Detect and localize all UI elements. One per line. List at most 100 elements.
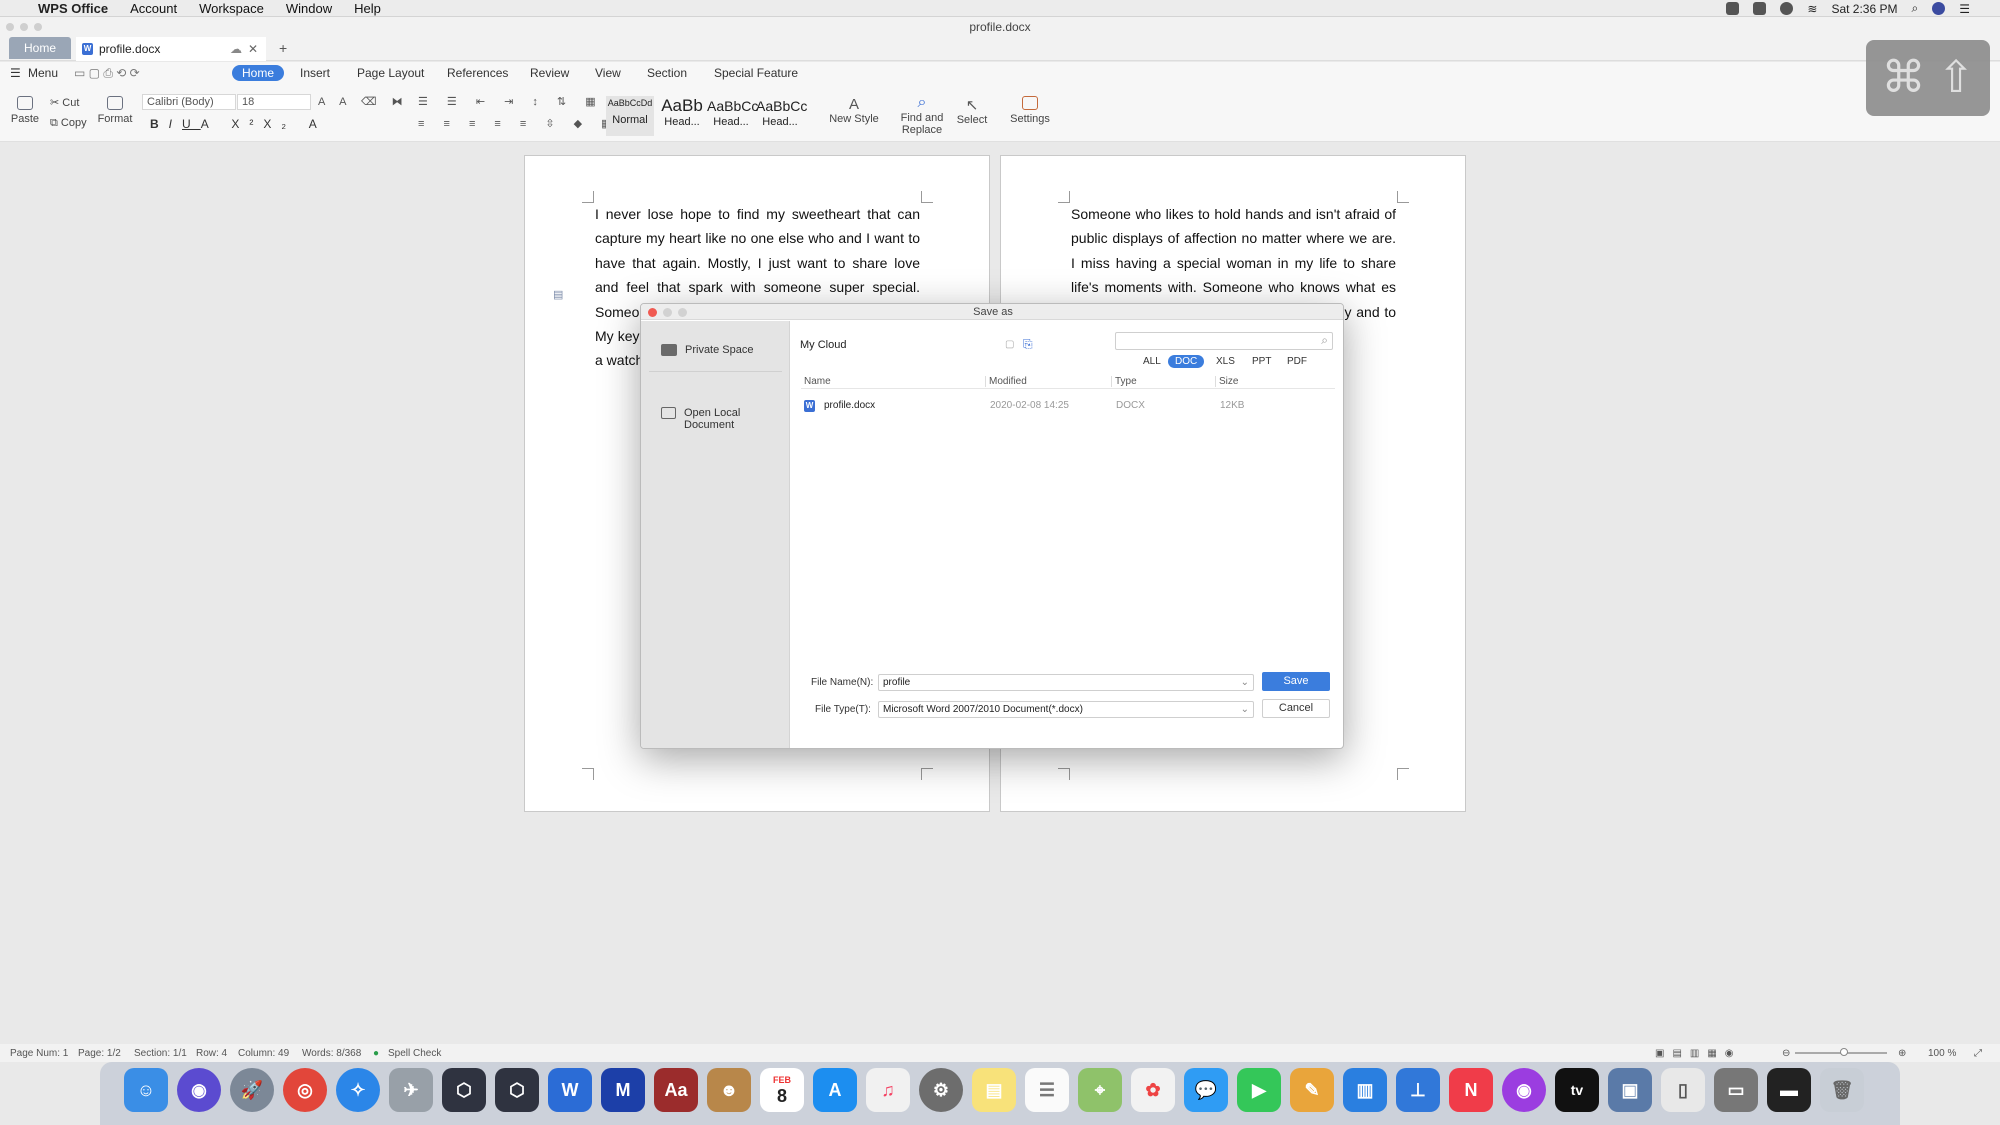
dialog-zoom-button[interactable] [678, 308, 687, 317]
status-section[interactable]: Section: 1/1 [134, 1048, 187, 1059]
wps-office-icon[interactable]: W [548, 1068, 592, 1112]
menu-account[interactable]: Account [130, 1, 177, 16]
style-heading3[interactable]: AaBbCc Head... [756, 98, 807, 128]
preview-icon[interactable]: ✈ [389, 1068, 433, 1112]
format-painter-button[interactable]: Format [97, 96, 133, 125]
style-normal[interactable]: AaBbCcDd Normal [606, 96, 654, 136]
menu-app-name[interactable]: WPS Office [38, 1, 108, 16]
app-icon-2[interactable]: ⬡ [495, 1068, 539, 1112]
minimize-window-button[interactable] [20, 23, 28, 31]
notes-icon[interactable]: ▤ [972, 1068, 1016, 1112]
zoom-out-icon[interactable]: ⊖ [1782, 1048, 1790, 1059]
paragraph-icons[interactable]: ☰ ☰ ⇤ ⇥ ↕ ⇅ ▦ [418, 95, 604, 108]
filter-all[interactable]: ALL [1143, 356, 1161, 367]
paste-button[interactable]: Paste [8, 96, 42, 125]
menu-help[interactable]: Help [354, 1, 381, 16]
siri-dock-icon[interactable]: ◉ [177, 1068, 221, 1112]
file-row[interactable]: W profile.docx 2020-02-08 14:25 DOCX 12K… [801, 400, 1335, 414]
tab-review[interactable]: Review [530, 66, 569, 80]
cut-button[interactable]: ✂ Cut [50, 96, 79, 109]
status-words[interactable]: Words: 8/368 [302, 1048, 361, 1059]
time-machine-icon[interactable] [1780, 2, 1794, 15]
numbers-icon[interactable]: ▥ [1343, 1068, 1387, 1112]
music-icon[interactable]: ♫ [866, 1068, 910, 1112]
close-tab-icon[interactable]: ✕ [248, 37, 258, 61]
filter-pdf[interactable]: PDF [1287, 356, 1307, 367]
status-row[interactable]: Row: 4 [196, 1048, 227, 1059]
style-heading1[interactable]: AaBb Head... [658, 96, 706, 128]
col-modified[interactable]: Modified [985, 376, 1027, 387]
menu-workspace[interactable]: Workspace [199, 1, 264, 16]
spotlight-icon[interactable]: ⌕ [1912, 1, 1919, 16]
tab-special-feature[interactable]: Special Feature [714, 66, 798, 80]
facetime-icon[interactable]: ▶ [1237, 1068, 1281, 1112]
status-app-icon[interactable] [1726, 2, 1740, 15]
finder-icon[interactable]: ☺ [124, 1068, 168, 1112]
app-store-icon[interactable]: A [813, 1068, 857, 1112]
dictionary-icon[interactable]: Aa [654, 1068, 698, 1112]
font-size-select[interactable]: 18 [237, 94, 311, 110]
malwarebytes-icon[interactable] [1753, 2, 1767, 15]
paragraph-marker-icon[interactable]: ▤ [553, 288, 563, 301]
news-icon[interactable]: N [1449, 1068, 1493, 1112]
tab-profile-docx[interactable]: W profile.docx ☁ ✕ [76, 37, 266, 61]
clock[interactable]: Sat 2:36 PM [1831, 2, 1897, 16]
system-preferences-icon[interactable]: ⚙ [919, 1068, 963, 1112]
status-spell-check[interactable]: Spell Check [388, 1048, 441, 1059]
zoom-slider-thumb[interactable] [1840, 1048, 1848, 1056]
new-file-icon[interactable]: ▢ [1005, 339, 1014, 350]
pages-icon[interactable]: ✎ [1290, 1068, 1334, 1112]
photos-icon[interactable]: ✿ [1131, 1068, 1175, 1112]
siri-icon[interactable] [1932, 2, 1946, 15]
tab-view[interactable]: View [595, 66, 621, 80]
launchpad-icon[interactable]: 🚀 [230, 1068, 274, 1112]
document-icon[interactable]: ▯ [1661, 1068, 1705, 1112]
status-page-num[interactable]: Page Num: 1 [10, 1048, 68, 1059]
zoom-window-button[interactable] [34, 23, 42, 31]
text-format-icons[interactable]: BIUA X²X₂ A [150, 117, 327, 131]
col-name[interactable]: Name [801, 376, 831, 387]
font-grow-shrink-icons[interactable]: A A ⌫ ⧓ [318, 95, 409, 108]
zoom-in-icon[interactable]: ⊕ [1898, 1048, 1906, 1059]
safari-icon[interactable]: ✧ [336, 1068, 380, 1112]
app-icon[interactable]: ⬡ [442, 1068, 486, 1112]
podcasts-icon[interactable]: ◉ [1502, 1068, 1546, 1112]
preview-dock-icon[interactable]: ▣ [1608, 1068, 1652, 1112]
tab-home-ribbon[interactable]: Home [232, 65, 285, 81]
file-name-input[interactable]: profile ⌄ [878, 674, 1254, 691]
copy-button[interactable]: ⧉ Copy [50, 117, 87, 130]
screenshot-icon[interactable]: ▭ [1714, 1068, 1758, 1112]
dialog-close-button[interactable] [648, 308, 657, 317]
reminders-icon[interactable]: ☰ [1025, 1068, 1069, 1112]
terminal-icon[interactable]: ▬ [1767, 1068, 1811, 1112]
chrome-icon[interactable]: ◎ [283, 1068, 327, 1112]
maps-icon[interactable]: ⌖ [1078, 1068, 1122, 1112]
new-folder-icon[interactable]: ⎘ [1023, 337, 1033, 352]
font-name-select[interactable]: Calibri (Body) [142, 94, 236, 110]
tab-page-layout[interactable]: Page Layout [357, 66, 424, 80]
calendar-icon[interactable]: FEB 8 [760, 1068, 804, 1112]
tab-home[interactable]: Home [9, 37, 71, 59]
find-replace-button[interactable]: ⌕ Find and Replace [899, 94, 945, 136]
spell-check-icon[interactable]: ● [373, 1048, 379, 1059]
zoom-level[interactable]: 100 % [1928, 1048, 1956, 1059]
apple-tv-icon[interactable]: tv [1555, 1068, 1599, 1112]
filter-doc[interactable]: DOC [1168, 355, 1205, 368]
fullscreen-icon[interactable]: ⤢ [1974, 1048, 1982, 1059]
menu-icon[interactable]: ☰ [10, 66, 21, 80]
cloud-icon[interactable]: ☁ [230, 37, 242, 61]
dialog-minimize-button[interactable] [663, 308, 672, 317]
tab-section[interactable]: Section [647, 66, 687, 80]
file-type-select[interactable]: Microsoft Word 2007/2010 Document(*.docx… [878, 701, 1254, 718]
trash-icon[interactable]: 🗑 [1820, 1068, 1864, 1112]
filter-xls[interactable]: XLS [1216, 356, 1235, 367]
tab-insert[interactable]: Insert [300, 66, 330, 80]
sidebar-item-private-space[interactable]: Private Space [661, 344, 753, 356]
status-column[interactable]: Column: 49 [238, 1048, 289, 1059]
alignment-icons[interactable]: ≡ ≡ ≡ ≡ ≡ ⇳ ◆ ▦ [418, 117, 620, 130]
messages-icon[interactable]: 💬 [1184, 1068, 1228, 1112]
control-center-icon[interactable]: ☰ [1959, 2, 1970, 16]
view-mode-icons[interactable]: ▣▤▥▦◉ [1655, 1048, 1742, 1059]
tab-references[interactable]: References [447, 66, 508, 80]
menu-window[interactable]: Window [286, 1, 332, 16]
